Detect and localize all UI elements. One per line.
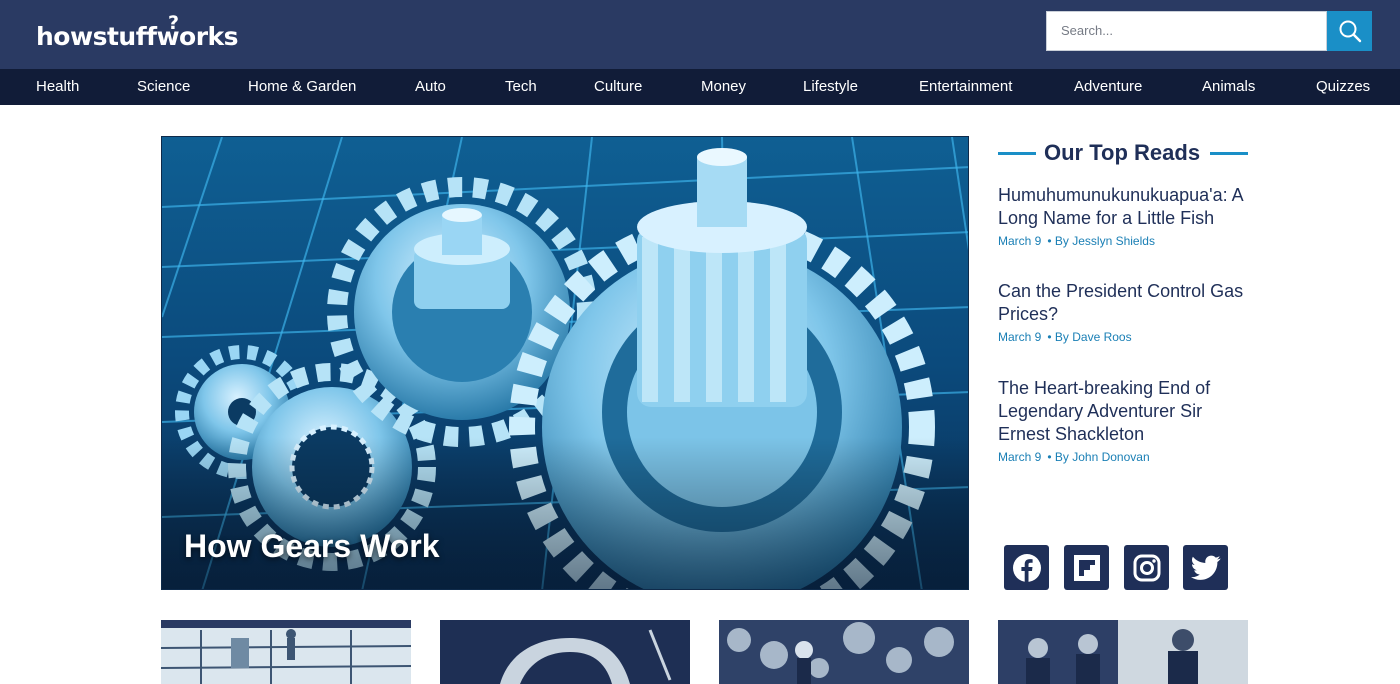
article-title[interactable]: Can the President Control Gas Prices? (998, 280, 1258, 326)
logo-text: howstuffworks (36, 22, 239, 51)
search-input[interactable]: Search... (1046, 11, 1327, 51)
nav-item-entertainment[interactable]: Entertainment (919, 69, 1012, 105)
article-byline[interactable]: • By John Donovan (1047, 450, 1149, 464)
twitter-button[interactable] (1183, 545, 1228, 590)
thumbnail-image-construction (161, 620, 411, 684)
nav-item-adventure[interactable]: Adventure (1074, 69, 1142, 105)
nav-item-science[interactable]: Science (137, 69, 190, 105)
nav-item-money[interactable]: Money (701, 69, 746, 105)
article-date: March 9 (998, 450, 1042, 464)
instagram-button[interactable] (1124, 545, 1169, 590)
facebook-icon (1012, 553, 1041, 582)
heading-rule-right (1210, 152, 1248, 155)
nav-item-quizzes[interactable]: Quizzes (1316, 69, 1370, 105)
top-reads-title: Our Top Reads (1044, 140, 1201, 165)
article-meta: March 9 • By Dave Roos (998, 330, 1258, 344)
article-thumbnail[interactable] (998, 620, 1248, 684)
nav-item-culture[interactable]: Culture (594, 69, 642, 105)
facebook-button[interactable] (1004, 545, 1049, 590)
article-thumbnail[interactable] (719, 620, 969, 684)
twitter-icon (1190, 555, 1220, 580)
thumbnail-image-forest (719, 620, 969, 684)
top-reads-heading: Our Top Reads (998, 139, 1248, 167)
article-title[interactable]: The Heart-breaking End of Legendary Adve… (998, 377, 1258, 446)
flipboard-button[interactable] (1064, 545, 1109, 590)
article-byline[interactable]: • By Dave Roos (1047, 330, 1131, 344)
logo-question-mark: ? (168, 12, 180, 34)
main-nav: Health Science Home & Garden Auto Tech C… (0, 69, 1400, 105)
nav-item-tech[interactable]: Tech (505, 69, 537, 105)
magnifier-icon (1339, 20, 1361, 43)
heading-rule-left (998, 152, 1036, 155)
flipboard-icon (1073, 554, 1100, 581)
article-meta: March 9 • By Jesslyn Shields (998, 234, 1258, 248)
nav-item-lifestyle[interactable]: Lifestyle (803, 69, 858, 105)
article-byline[interactable]: • By Jesslyn Shields (1047, 234, 1155, 248)
list-item: Humuhumunukunukuapua'a: A Long Name for … (998, 184, 1258, 248)
instagram-icon (1133, 554, 1160, 581)
hero-feature[interactable]: How Gears Work (161, 136, 969, 590)
list-item: Can the President Control Gas Prices? Ma… (998, 280, 1258, 344)
thumbnail-image-car-interior (440, 620, 690, 684)
article-thumbnail[interactable] (440, 620, 690, 684)
nav-item-home-garden[interactable]: Home & Garden (248, 69, 356, 105)
site-header: howstuffworks ? Search... (0, 0, 1400, 69)
thumbnail-image-people (998, 620, 1248, 684)
nav-item-auto[interactable]: Auto (415, 69, 446, 105)
article-date: March 9 (998, 330, 1042, 344)
hero-title[interactable]: How Gears Work (184, 528, 439, 565)
list-item: The Heart-breaking End of Legendary Adve… (998, 377, 1258, 464)
article-title[interactable]: Humuhumunukunukuapua'a: A Long Name for … (998, 184, 1258, 230)
article-meta: March 9 • By John Donovan (998, 450, 1258, 464)
hero-gears-image (162, 137, 968, 589)
article-date: March 9 (998, 234, 1042, 248)
search-button[interactable] (1327, 11, 1372, 51)
nav-item-health[interactable]: Health (36, 69, 79, 105)
article-thumbnail[interactable] (161, 620, 411, 684)
nav-item-animals[interactable]: Animals (1202, 69, 1255, 105)
